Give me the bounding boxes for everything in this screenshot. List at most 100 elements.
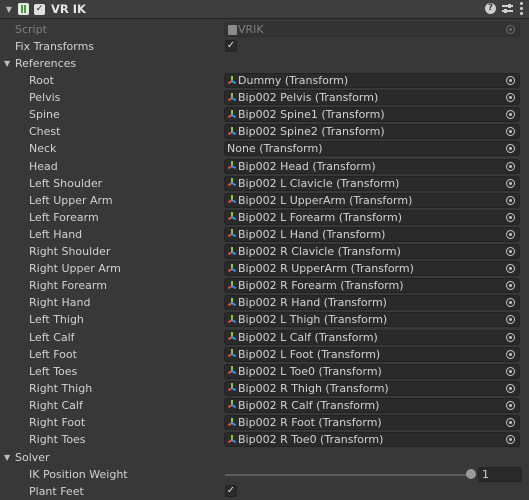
script-asset-icon (228, 24, 237, 35)
transform-object-field[interactable]: Bip002 L Forearm (Transform) (224, 209, 520, 225)
object-picker-icon[interactable] (506, 349, 515, 359)
reference-row: Left Upper Arm Bip002 L UpperArm (Transfo… (0, 192, 529, 209)
references-label: References (15, 57, 77, 70)
transform-icon (227, 178, 237, 188)
preset-sliders-icon[interactable] (502, 3, 513, 14)
object-picker-icon[interactable] (506, 76, 515, 85)
reference-label: Root (29, 74, 54, 87)
solver-foldout[interactable]: ▼ Solver (0, 449, 529, 466)
transform-object-field[interactable]: Bip002 Head (Transform) (224, 158, 520, 174)
transform-object-field[interactable]: None (Transform) (224, 141, 520, 157)
transform-icon (227, 229, 237, 239)
plant-feet-label: Plant Feet (29, 485, 84, 498)
fix-transforms-label: Fix Transforms (15, 40, 95, 53)
reference-label: Left Thigh (29, 313, 84, 327)
object-picker-icon[interactable] (506, 418, 515, 427)
fix-transforms-checkbox[interactable]: ✓ (225, 40, 237, 52)
transform-object-field[interactable]: Bip002 R Foot (Transform) (224, 415, 520, 430)
slider-thumb[interactable] (466, 469, 476, 479)
transform-object-field[interactable]: Bip002 R Calf (Transform) (224, 397, 520, 413)
transform-value: Bip002 L Forearm (Transform) (238, 210, 402, 224)
transform-icon (227, 109, 237, 120)
transform-object-field[interactable]: Bip002 L Thigh (Transform) (224, 312, 520, 328)
reference-label: Left Forearm (29, 210, 99, 224)
plant-feet-checkbox[interactable]: ✓ (225, 485, 237, 497)
reference-row: Chest Bip002 Spine2 (Transform) (0, 123, 529, 140)
object-picker-icon[interactable] (506, 383, 515, 393)
transform-value: Dummy (Transform) (238, 74, 349, 87)
object-picker-icon[interactable] (506, 400, 515, 410)
transform-icon (227, 161, 237, 171)
transform-icon (227, 332, 237, 342)
transform-value: Bip002 Spine2 (Transform) (238, 125, 385, 139)
transform-object-field[interactable]: Bip002 R Clavicle (Transform) (224, 244, 520, 259)
script-row: Script VRIK (0, 21, 529, 38)
object-picker-icon[interactable] (506, 161, 515, 171)
component-enabled-checkbox[interactable]: ✓ (34, 3, 45, 15)
transform-icon (227, 366, 237, 376)
transform-object-field[interactable]: Bip002 L Calf (Transform) (224, 329, 520, 345)
transform-object-field[interactable]: Bip002 Spine1 (Transform) (224, 107, 520, 123)
transform-value: Bip002 Pelvis (Transform) (238, 91, 379, 105)
ik-position-weight-slider[interactable] (225, 474, 471, 476)
reference-row: Left Thigh Bip002 L Thigh (Transform) (0, 311, 529, 328)
foldout-arrow-icon[interactable]: ▼ (4, 55, 10, 72)
transform-object-field[interactable]: Bip002 Pelvis (Transform) (224, 90, 520, 106)
transform-object-field[interactable]: Bip002 R Toe0 (Transform) (224, 432, 520, 448)
reference-label: Right Forearm (29, 279, 107, 293)
transform-object-field[interactable]: Bip002 L Clavicle (Transform) (224, 175, 520, 191)
reference-row: Right Hand Bip002 R Hand (Transform) (0, 294, 529, 311)
component-header[interactable]: ▼ ✓ VR IK ? (0, 0, 529, 19)
more-options-icon[interactable] (519, 2, 523, 15)
script-label: Script (15, 23, 47, 36)
transform-object-field[interactable]: Bip002 R UpperArm (Transform) (224, 261, 520, 277)
reference-label: Right Calf (29, 398, 83, 412)
transform-icon (227, 434, 237, 445)
object-picker-icon[interactable] (506, 366, 515, 376)
references-foldout[interactable]: ▼ References (0, 55, 529, 72)
object-picker-icon[interactable] (506, 229, 515, 239)
transform-value: Bip002 R Calf (Transform) (238, 398, 380, 412)
reference-label: Right Toes (29, 433, 86, 447)
transform-object-field[interactable]: Bip002 Spine2 (Transform) (224, 124, 520, 140)
transform-object-field[interactable]: Bip002 R Hand (Transform) (224, 295, 520, 311)
transform-object-field[interactable]: Bip002 R Forearm (Transform) (224, 278, 520, 294)
reference-label: Left Shoulder (29, 176, 103, 190)
object-picker-icon[interactable] (506, 178, 515, 188)
script-icon (18, 3, 29, 15)
reference-row: Left Shoulder Bip002 L Clavicle (Transfor… (0, 175, 529, 192)
transform-object-field[interactable]: Bip002 L Hand (Transform) (224, 226, 520, 242)
transform-icon (227, 126, 237, 137)
transform-object-field[interactable]: Bip002 L UpperArm (Transform) (224, 192, 520, 208)
transform-object-field[interactable]: Dummy (Transform) (224, 73, 520, 88)
transform-value: Bip002 R Thigh (Transform) (238, 381, 389, 395)
transform-value: Bip002 L Clavicle (Transform) (238, 176, 400, 190)
transform-object-field[interactable]: Bip002 L Foot (Transform) (224, 346, 520, 362)
transform-icon (227, 297, 237, 308)
script-value: VRIK (238, 23, 264, 36)
transform-icon (227, 280, 237, 291)
reference-label: Right Shoulder (29, 245, 111, 258)
transform-icon (227, 314, 237, 325)
transform-object-field[interactable]: Bip002 R Thigh (Transform) (224, 380, 520, 396)
help-icon[interactable]: ? (485, 3, 496, 14)
reference-label: Right Foot (29, 416, 86, 429)
ik-position-weight-input[interactable]: 1 (478, 467, 522, 482)
reference-row: Right Forearm Bip002 R Forearm (Transform… (0, 277, 529, 294)
transform-object-field[interactable]: Bip002 L Toe0 (Transform) (224, 363, 520, 379)
transform-value: Bip002 R Hand (Transform) (238, 296, 387, 310)
foldout-arrow-icon[interactable]: ▼ (4, 449, 10, 466)
object-picker-icon[interactable] (506, 195, 515, 205)
reference-row: Neck None (Transform) (0, 140, 529, 157)
reference-label: Chest (29, 125, 61, 139)
reference-row: Head Bip002 Head (Transform) (0, 158, 529, 175)
transform-value: Bip002 R Toe0 (Transform) (238, 433, 384, 447)
object-picker-icon[interactable] (506, 332, 515, 342)
transform-value: Bip002 L Thigh (Transform) (238, 313, 388, 327)
reference-label: Left Foot (29, 347, 77, 361)
object-picker-icon[interactable] (506, 212, 515, 222)
reference-row: Right Shoulder Bip002 R Clavicle (Transfo… (0, 243, 529, 260)
transform-value: Bip002 R Clavicle (Transform) (238, 245, 401, 258)
foldout-arrow-icon[interactable]: ▼ (2, 5, 16, 14)
object-picker-icon[interactable] (506, 247, 515, 256)
